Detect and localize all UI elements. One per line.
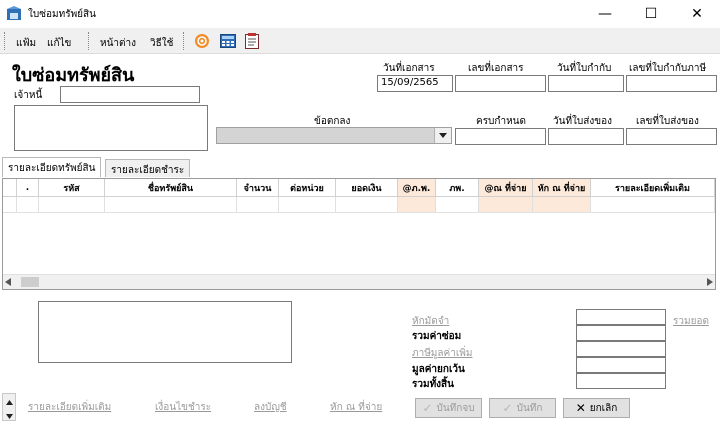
toolbar-grip[interactable] [4,32,7,50]
grid-cell[interactable] [39,197,105,213]
delivery-date-input[interactable] [548,128,624,145]
due-input[interactable] [455,128,546,145]
tax-no-label: เลขที่ใบกำกับภาษี [629,63,707,74]
menu-window[interactable]: หน้าต่าง [100,36,136,51]
horizontal-scrollbar[interactable] [3,274,715,289]
grid-cell[interactable] [237,197,279,213]
window-title: ใบซ่อมทรัพย์สิน [28,9,96,20]
creditor-label: เจ้าหนี้ [14,90,43,101]
grid-header-unit-price[interactable]: ต่อหน่วย [279,179,336,197]
menu-help[interactable]: วิธีใช้ [150,36,173,51]
close-button[interactable]: ✕ [674,0,720,28]
creditor-address-box[interactable] [14,105,208,151]
repair-total-value [576,325,666,341]
grid-cell[interactable] [436,197,479,213]
exempt-value-label: มูลค่ายกเว้น [412,364,465,375]
grid-row-indicator[interactable] [3,197,17,213]
grid-header-vat-rate[interactable]: @ภ.พ. [398,179,436,197]
grid-header-asset-name[interactable]: ชื่อทรัพย์สิน [105,179,237,197]
toolbar-grip[interactable] [88,32,91,50]
withholding-link[interactable]: หัก ณ ที่จ่าย [330,400,382,415]
grid-row-indicator-header [3,179,17,197]
save-button[interactable]: ✓ บันทึก [489,398,556,418]
grid-cell[interactable] [105,197,237,213]
document-icon[interactable] [242,32,262,50]
deposit-deduct-link[interactable]: หักมัดจำ [412,314,449,329]
repair-total-label: รวมค่าซ่อม [412,331,462,342]
grid-cell[interactable] [17,197,39,213]
terms-dropdown-icon[interactable] [434,128,451,143]
grid-header-amount[interactable]: ยอดเงิน [336,179,398,197]
doc-date-label: วันที่เอกสาร [383,63,435,74]
terms-select[interactable] [216,127,452,144]
exempt-value [576,357,666,373]
tax-no-input[interactable] [626,75,717,92]
creditor-input[interactable] [60,86,200,103]
more-details-link[interactable]: รายละเอียดเพิ่มเติม [28,400,111,415]
total-link[interactable]: รวมยอด [673,314,709,329]
grid-header-dot[interactable]: . [17,179,39,197]
page-title: ใบซ่อมทรัพย์สิน [12,65,135,86]
refresh-icon[interactable] [192,32,212,50]
grid-cell[interactable] [533,197,591,213]
deposit-value[interactable] [576,309,666,325]
toolbar-grip[interactable] [183,32,186,50]
save-close-button[interactable]: ✓ บันทึกจบ [415,398,482,418]
app-icon [6,6,22,21]
grid-header-quantity[interactable]: จำนวน [237,179,279,197]
maximize-button[interactable]: ☐ [628,0,674,28]
doc-no-label: เลขที่เอกสาร [468,63,524,74]
cancel-button[interactable]: ✕ ยกเลิก [563,398,630,418]
grid-cell[interactable] [398,197,436,213]
payment-terms-link[interactable]: เงื่อนไขชำระ [155,400,211,415]
delivery-date-label: วันที่ใบส่งของ [553,116,612,127]
vat-value [576,341,666,357]
menu-bar: แฟ้ม แก้ไข หน้าต่าง วิธีใช้ [0,28,720,54]
save-close-label: บันทึกจบ [436,402,475,414]
grid-cell[interactable] [336,197,398,213]
spin-down-icon[interactable] [6,411,13,422]
grid-cell[interactable] [279,197,336,213]
delivery-no-label: เลขที่ใบส่งของ [636,116,699,127]
close-x-icon: ✕ [575,401,586,415]
doc-no-input[interactable] [455,75,546,92]
post-account-link[interactable]: ลงบัญชี [254,400,287,415]
tax-date-input[interactable] [548,75,624,92]
tab-asset-details[interactable]: รายละเอียดทรัพย์สิน [2,157,102,177]
grand-total-value [576,373,666,389]
items-grid: . รหัส ชื่อทรัพย์สิน จำนวน ต่อหน่วย ยอดเ… [2,178,716,290]
scroll-right-icon[interactable] [707,278,713,289]
scroll-thumb[interactable] [21,277,39,287]
menu-edit[interactable]: แก้ไข [47,36,71,51]
spin-control[interactable] [2,393,16,421]
minimize-button[interactable]: — [582,0,628,28]
tax-date-label: วันที่ใบกำกับ [557,63,612,74]
grand-total-label: รวมทั้งสิ้น [412,379,454,390]
grid-cell[interactable] [591,197,715,213]
due-label: ครบกำหนด [476,116,526,127]
scroll-left-icon[interactable] [5,278,11,289]
delivery-no-input[interactable] [626,128,717,145]
title-bar: ใบซ่อมทรัพย์สิน — ☐ ✕ [0,0,720,28]
grid-header-wht[interactable]: หัก ณ ที่จ่าย [533,179,591,197]
notes-textarea[interactable] [38,301,292,363]
grid-header-vat[interactable]: ภพ. [436,179,479,197]
vat-link[interactable]: ภาษีมูลค่าเพิ่ม [412,346,472,361]
checkmark-icon: ✓ [502,401,513,415]
calculator-icon[interactable] [218,32,238,50]
doc-date-input[interactable]: 15/09/2565 [377,75,453,92]
grid-header-code[interactable]: รหัส [39,179,105,197]
checkmark-icon: ✓ [422,401,433,415]
save-label: บันทึก [516,402,543,414]
cancel-label: ยกเลิก [589,402,618,414]
grid-cell[interactable] [479,197,533,213]
menu-file[interactable]: แฟ้ม [16,36,36,51]
tab-payment-details[interactable]: รายละเอียดชำระ [105,159,191,177]
grid-header-wht-rate[interactable]: @ณ ที่จ่าย [479,179,533,197]
grid-header-more-details[interactable]: รายละเอียดเพิ่มเติม [591,179,715,197]
spin-up-icon[interactable] [6,397,13,408]
